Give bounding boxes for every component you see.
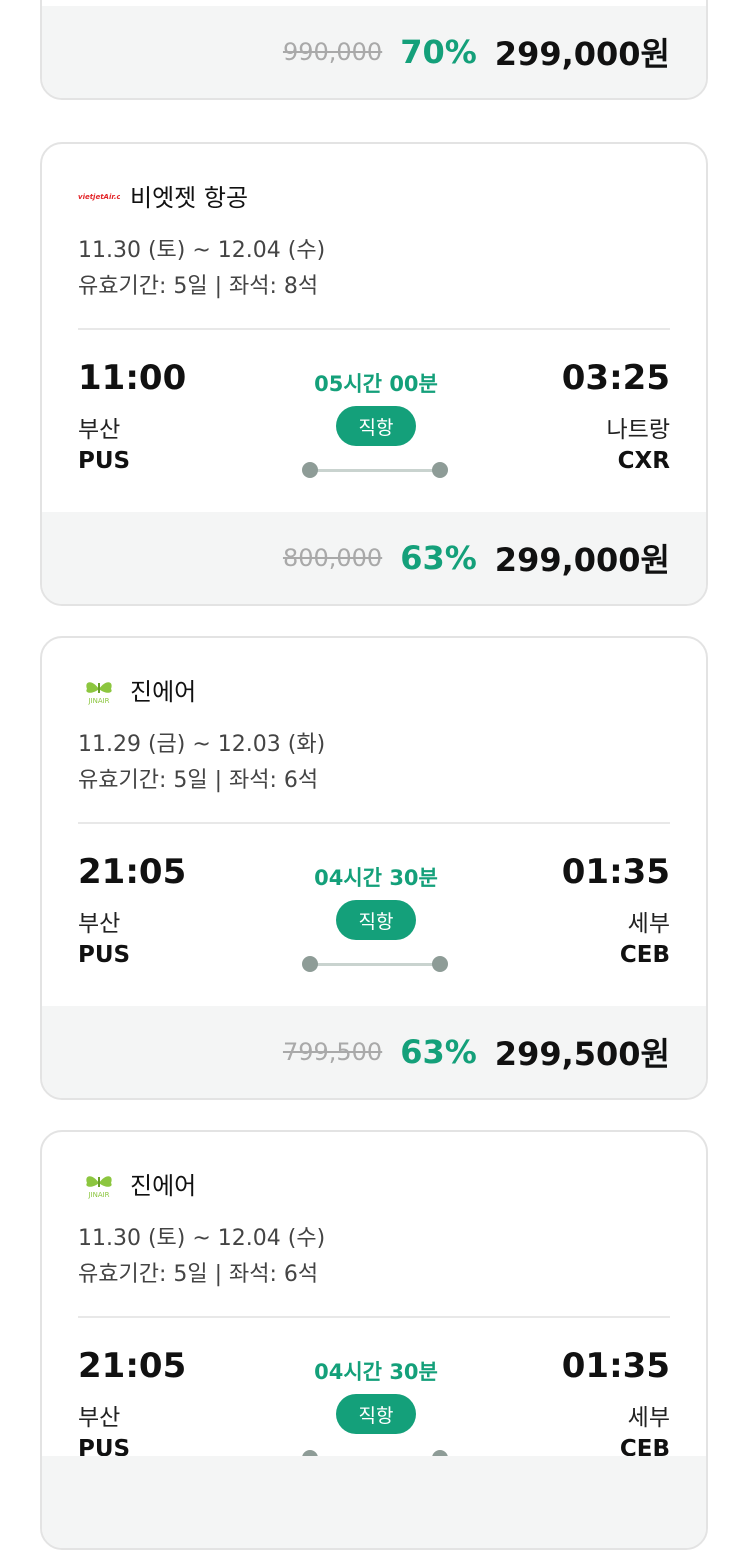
arrival-code: CXR [617, 448, 670, 474]
travel-dates: 11.30 (토) ~ 12.04 (수) [78, 238, 326, 263]
origin-dot [302, 956, 318, 972]
final-price: 299,000원 [494, 35, 670, 73]
departure-city: 부산 [78, 417, 121, 443]
arrival-code: CEB [619, 942, 670, 968]
validity-seats: 유효기간: 5일 | 좌석: 8석 [78, 274, 319, 299]
divider [78, 328, 670, 330]
price-bar [42, 1456, 706, 1548]
discount-rate: 63% [400, 539, 477, 577]
price-bar: 800,000 63% 299,000원 [42, 512, 706, 604]
arrival-city: 나트랑 [606, 417, 670, 443]
airline-name: 비엣젯 항공 [130, 184, 249, 212]
travel-dates: 11.30 (토) ~ 12.04 (수) [78, 1226, 326, 1251]
arrival-city: 세부 [627, 1405, 670, 1431]
departure-time: 21:05 [78, 1346, 187, 1386]
flight-duration: 04시간 30분 [314, 1360, 438, 1384]
final-price: 299,000원 [494, 541, 670, 579]
svg-text:JINAIR: JINAIR [87, 697, 109, 705]
flight-card[interactable]: JINAIR 진에어 11.30 (토) ~ 12.04 (수) 유효기간: 5… [40, 1130, 708, 1550]
route-line [310, 963, 440, 966]
svg-text:vietjetAir.com: vietjetAir.com [78, 193, 120, 201]
divider [78, 1316, 670, 1318]
discount-rate: 63% [400, 1033, 477, 1071]
svg-text:JINAIR: JINAIR [87, 1191, 109, 1199]
origin-dot [302, 462, 318, 478]
jinair-logo-icon: JINAIR [78, 675, 120, 705]
discount-rate: 70% [400, 33, 477, 71]
airline-name: 진에어 [130, 1172, 197, 1200]
vietjet-logo-icon: vietjetAir.com [78, 181, 120, 211]
divider [78, 822, 670, 824]
flight-duration: 05시간 00분 [314, 372, 438, 396]
route-line [310, 469, 440, 472]
direct-flight-badge: 직항 [336, 1394, 416, 1434]
flight-card[interactable]: vietjetAir.com 비엣젯 항공 11.30 (토) ~ 12.04 … [40, 142, 708, 606]
departure-city: 부산 [78, 1405, 121, 1431]
travel-dates: 11.29 (금) ~ 12.03 (화) [78, 732, 326, 757]
original-price: 800,000 [282, 544, 383, 572]
direct-flight-badge: 직항 [336, 900, 416, 940]
departure-code: PUS [78, 448, 131, 474]
validity-seats: 유효기간: 5일 | 좌석: 6석 [78, 768, 319, 793]
direct-flight-badge: 직항 [336, 406, 416, 446]
flight-duration: 04시간 30분 [314, 866, 438, 890]
flight-card[interactable]: JINAIR 진에어 11.29 (금) ~ 12.03 (화) 유효기간: 5… [40, 636, 708, 1100]
final-price: 299,500원 [494, 1035, 670, 1073]
jinair-logo-icon: JINAIR [78, 1169, 120, 1199]
arrival-time: 03:25 [561, 358, 670, 398]
departure-city: 부산 [78, 911, 121, 937]
original-price: 990,000 [282, 38, 383, 66]
departure-time: 21:05 [78, 852, 187, 892]
arrival-time: 01:35 [561, 852, 670, 892]
price-bar: 799,500 63% 299,500원 [42, 1006, 706, 1098]
price-bar: 990,000 70% 299,000원 [42, 6, 706, 98]
departure-time: 11:00 [78, 358, 187, 398]
departure-code: PUS [78, 942, 131, 968]
destination-dot [432, 956, 448, 972]
validity-seats: 유효기간: 5일 | 좌석: 6석 [78, 1262, 319, 1287]
arrival-time: 01:35 [561, 1346, 670, 1386]
original-price: 799,500 [282, 1038, 383, 1066]
flight-card-previous[interactable]: 990,000 70% 299,000원 [40, 0, 708, 100]
arrival-city: 세부 [627, 911, 670, 937]
airline-name: 진에어 [130, 678, 197, 706]
destination-dot [432, 462, 448, 478]
